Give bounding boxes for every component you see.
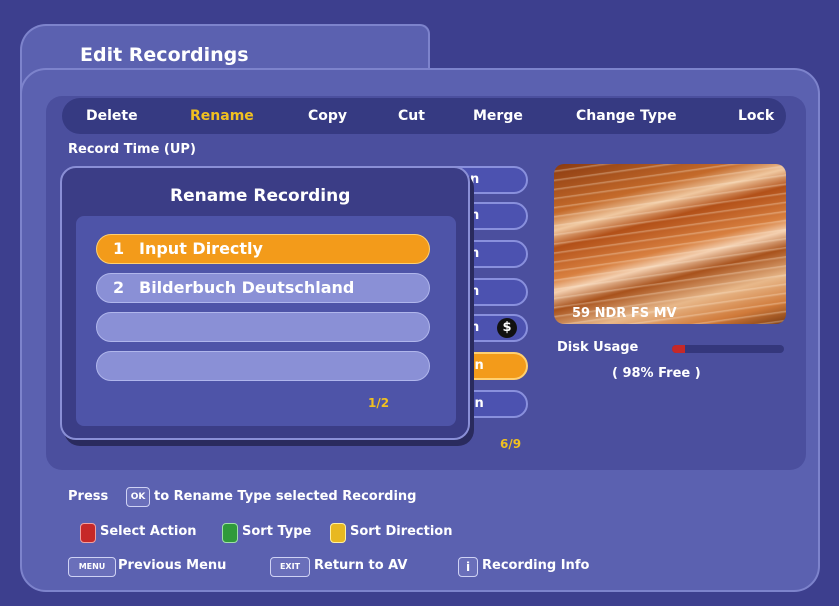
- option-bilderbuch[interactable]: 2 Bilderbuch Deutschland: [96, 273, 430, 303]
- disk-usage-fill: [672, 345, 686, 353]
- exit-key-icon: EXIT: [270, 557, 310, 577]
- page-title: Edit Recordings: [80, 44, 249, 66]
- dollar-icon: $: [497, 318, 517, 338]
- option-empty[interactable]: [96, 312, 430, 342]
- green-key-icon: [222, 523, 238, 543]
- dialog-page-indicator: 1/2: [368, 396, 390, 410]
- sort-direction-hint: Sort Direction: [350, 524, 453, 539]
- option-input-directly[interactable]: 1 Input Directly: [96, 234, 430, 264]
- yellow-key-icon: [330, 523, 346, 543]
- info-key-icon: i: [458, 557, 478, 577]
- list-page-indicator: 6/9: [500, 437, 522, 451]
- action-change-type[interactable]: Change Type: [576, 108, 677, 124]
- action-copy[interactable]: Copy: [308, 108, 347, 124]
- action-merge[interactable]: Merge: [473, 108, 523, 124]
- option-label: Input Directly: [139, 239, 263, 258]
- dialog-title: Rename Recording: [170, 186, 351, 206]
- sort-type-hint: Sort Type: [242, 524, 312, 539]
- previous-menu-hint: Previous Menu: [118, 558, 227, 573]
- option-empty[interactable]: [96, 351, 430, 381]
- option-number: 2: [113, 278, 125, 297]
- press-label: Press: [68, 489, 109, 504]
- select-action-hint: Select Action: [100, 524, 197, 539]
- return-av-hint: Return to AV: [314, 558, 408, 573]
- disk-usage-label: Disk Usage: [557, 340, 639, 355]
- ok-key-icon: OK: [126, 487, 150, 507]
- action-delete[interactable]: Delete: [86, 108, 138, 124]
- recording-info-hint: Recording Info: [482, 558, 590, 573]
- channel-label: 59 NDR FS MV: [572, 306, 677, 321]
- video-preview-image: [554, 164, 786, 324]
- video-preview: [554, 164, 786, 324]
- disk-free-text: ( 98% Free ): [612, 366, 701, 381]
- action-lock[interactable]: Lock: [738, 108, 774, 124]
- disk-usage-bar: [672, 345, 784, 353]
- sort-label: Record Time (UP): [68, 142, 196, 157]
- red-key-icon: [80, 523, 96, 543]
- option-number: 1: [113, 239, 125, 258]
- option-label: Bilderbuch Deutschland: [139, 278, 355, 297]
- menu-key-icon: MENU: [68, 557, 116, 577]
- action-cut[interactable]: Cut: [398, 108, 425, 124]
- ok-hint: to Rename Type selected Recording: [154, 489, 417, 504]
- action-rename[interactable]: Rename: [190, 108, 254, 124]
